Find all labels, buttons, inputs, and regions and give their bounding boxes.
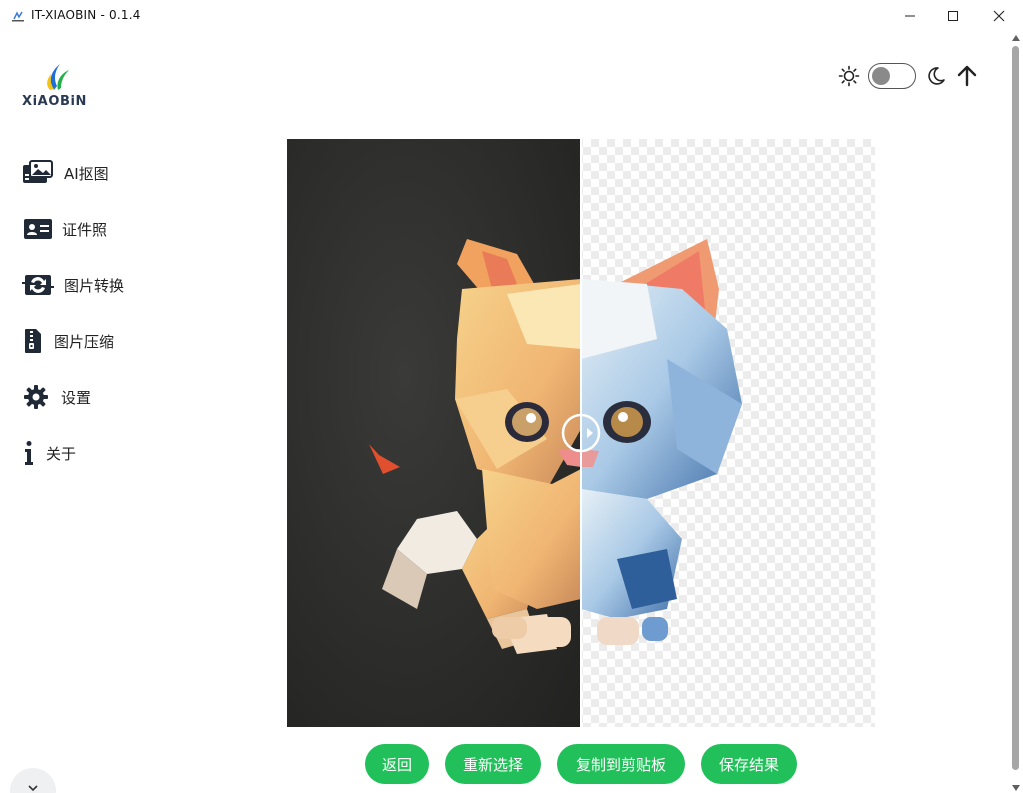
sidebar-item-label: 设置 [61,388,92,407]
sidebar-collapse-button[interactable] [10,768,56,793]
window-title: IT-XIAOBIN - 0.1.4 [31,8,141,22]
title-bar: IT-XIAOBIN - 0.1.4 [0,0,1023,32]
scroll-top-icon[interactable] [956,64,978,88]
maximize-button[interactable] [930,0,976,32]
comparison-image [287,139,875,727]
scroll-thumb[interactable] [1012,46,1019,770]
chevron-down-icon [28,785,38,792]
image-convert-icon [22,271,54,299]
id-card-icon [22,215,54,243]
sidebar-item-label: 图片转换 [64,276,125,295]
theme-toggle[interactable] [868,63,916,89]
back-button[interactable]: 返回 [365,744,429,784]
sidebar-item-settings[interactable]: 设置 [22,379,91,415]
scroll-up-arrow-icon[interactable] [1011,34,1021,42]
image-matting-icon [22,159,54,187]
sidebar-item-about[interactable]: 关于 [22,435,76,471]
logo-mark-icon [47,64,69,90]
reselect-button[interactable]: 重新选择 [445,744,541,784]
sun-icon [838,65,860,87]
info-icon [22,439,36,467]
maximize-icon [948,11,958,21]
sidebar-item-label: 关于 [46,444,77,463]
copy-to-clipboard-button[interactable]: 复制到剪贴板 [557,744,685,784]
minimize-icon [905,15,915,17]
minimize-button[interactable] [887,0,933,32]
scroll-down-arrow-icon[interactable] [1011,784,1021,792]
logo-text: XiAOBiN [22,94,88,109]
theme-switcher [838,62,946,90]
app-logo: XiAOBiN [20,60,100,112]
close-icon [993,10,1005,22]
sidebar-item-image-convert[interactable]: 图片转换 [22,267,124,303]
close-button[interactable] [976,0,1022,32]
comparison-view[interactable] [287,139,875,727]
toggle-knob [872,67,890,85]
sidebar-item-label: 图片压缩 [54,332,115,351]
sidebar-item-id-photo[interactable]: 证件照 [22,211,107,247]
zip-file-icon [22,327,44,355]
app-icon [12,11,24,22]
sidebar-item-ai-matting[interactable]: AI抠图 [22,155,109,191]
sidebar-item-image-compress[interactable]: 图片压缩 [22,323,114,359]
sidebar-item-label: AI抠图 [64,164,109,183]
moon-icon [928,67,945,85]
save-result-button[interactable]: 保存结果 [701,744,797,784]
sidebar-item-label: 证件照 [62,220,108,239]
scrollbar[interactable] [1008,32,1023,793]
gear-icon [22,383,50,411]
